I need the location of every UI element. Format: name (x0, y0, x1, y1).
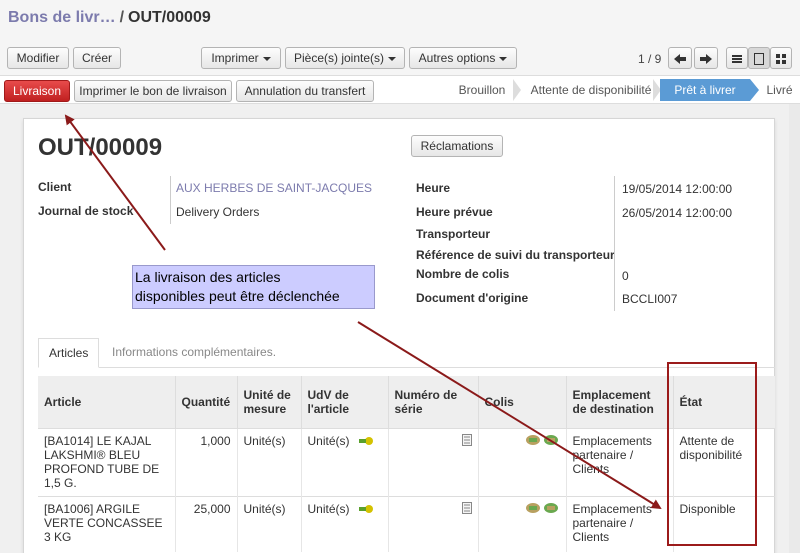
edit-button[interactable]: Modifier (7, 47, 69, 69)
journal-value: Delivery Orders (176, 205, 260, 219)
form-icon (754, 52, 764, 65)
stage-waiting[interactable]: Attente de disponibilité (525, 79, 657, 101)
carrier-label: Transporteur (416, 227, 491, 241)
pager-previous-button[interactable] (668, 47, 692, 69)
column-header-serial[interactable]: Numéro de série (387, 376, 478, 428)
cell-quantity: 25,000 (174, 495, 237, 552)
document-icon[interactable] (461, 433, 472, 446)
tab-additional-info[interactable]: Informations complémentaires. (102, 338, 286, 368)
status-bar: Brouillon Attente de disponibilité Prêt … (447, 79, 800, 101)
split-lot-icon[interactable] (358, 504, 373, 514)
annotation-callout: La livraison des articles disponibles pe… (132, 265, 375, 309)
package-count-value: 0 (622, 269, 629, 283)
time-label: Heure (416, 181, 451, 195)
stage-done[interactable]: Livré (759, 79, 800, 101)
chevron-down-icon (499, 56, 508, 61)
cell-package (477, 427, 566, 496)
arrow-right-icon (700, 53, 712, 64)
tracking-ref-label: Référence de suivi du transporteur (416, 248, 615, 262)
package-count-label: Nombre de colis (416, 267, 510, 281)
journal-label: Journal de stock (38, 204, 134, 218)
list-icon (732, 54, 742, 63)
calendar-view-button[interactable] (770, 47, 792, 69)
tab-articles[interactable]: Articles (38, 338, 100, 368)
cell-uom: Unité(s) (236, 495, 301, 552)
cell-uom: Unité(s) (236, 427, 301, 496)
column-header-uos[interactable]: UdV de l'article (300, 376, 388, 428)
client-value[interactable]: AUX HERBES DE SAINT-JACQUES (176, 181, 372, 195)
cell-destination: Emplacements partenaire / Clients (565, 427, 673, 496)
cancel-transfer-button[interactable]: Annulation du transfert (236, 80, 374, 102)
attachments-label: Pièce(s) jointe(s) (293, 51, 385, 65)
scheduled-time-value: 26/05/2014 12:00:00 (622, 206, 733, 220)
breadcrumb-separator: / (119, 9, 125, 26)
breadcrumb-current: OUT/00009 (128, 9, 211, 26)
breadcrumb-parent-link[interactable]: Bons de livr… (8, 9, 116, 26)
package-icon[interactable] (525, 502, 560, 514)
annotation-highlight-box (667, 362, 757, 546)
cell-uos-text: Unité(s) (307, 433, 350, 448)
field-divider (170, 176, 171, 224)
cell-quantity: 1,000 (174, 427, 237, 496)
notebook-tabs: Articles Informations complémentaires. (38, 338, 775, 368)
cell-serial (387, 427, 478, 496)
cell-package (477, 495, 566, 552)
annotation-line-1: La livraison des articles (135, 269, 281, 285)
table-row[interactable]: [BA1014] LE KAJAL LAKSHMI® BLEU PROFOND … (38, 427, 775, 496)
column-header-destination[interactable]: Emplacement de destination (565, 376, 673, 428)
time-value: 19/05/2014 12:00:00 (622, 182, 733, 196)
cell-article: [BA1006] ARGILE VERTE CONCASSEE 3 KG (38, 495, 175, 552)
claims-button[interactable]: Réclamations (411, 135, 503, 157)
pager-counter: 1 / 9 (638, 52, 662, 66)
pager-next-button[interactable] (694, 47, 718, 69)
cell-article: [BA1014] LE KAJAL LAKSHMI® BLEU PROFOND … (38, 427, 175, 496)
attachments-dropdown[interactable]: Pièce(s) jointe(s) (285, 47, 405, 69)
cell-destination: Emplacements partenaire / Clients (565, 495, 673, 552)
document-title: OUT/00009 (38, 134, 163, 161)
scheduled-time-label: Heure prévue (416, 205, 493, 219)
cell-serial (387, 495, 478, 552)
deliver-button[interactable]: Livraison (4, 80, 70, 102)
document-icon[interactable] (461, 501, 472, 514)
chevron-right-icon (750, 79, 759, 101)
print-delivery-button[interactable]: Imprimer le bon de livraison (74, 80, 232, 102)
client-label: Client (38, 180, 72, 194)
column-header-uom[interactable]: Unité de mesure (236, 376, 301, 428)
split-lot-icon[interactable] (358, 436, 373, 446)
chevron-down-icon (388, 56, 397, 61)
print-label: Imprimer (211, 51, 259, 65)
scrollbar[interactable] (789, 104, 800, 553)
cell-uos: Unité(s) (300, 427, 388, 496)
grid-icon (776, 53, 786, 64)
breadcrumb: Bons de livr… / OUT/00009 (8, 9, 211, 27)
arrow-left-icon (674, 53, 686, 64)
cell-uos: Unité(s) (300, 495, 388, 552)
column-header-article[interactable]: Article (38, 376, 175, 428)
chevron-right-icon (513, 79, 521, 101)
field-divider (614, 176, 615, 311)
stage-ready[interactable]: Prêt à livrer (660, 79, 750, 101)
table-row[interactable]: [BA1006] ARGILE VERTE CONCASSEE 3 KG 25,… (38, 495, 775, 552)
table-header-row: Article Quantité Unité de mesure UdV de … (38, 376, 775, 428)
create-button[interactable]: Créer (73, 47, 121, 69)
more-options-dropdown[interactable]: Autres options (409, 47, 517, 69)
more-options-label: Autres options (418, 51, 496, 65)
source-doc-label: Document d'origine (416, 291, 529, 305)
list-view-button[interactable] (726, 47, 748, 69)
annotation-line-2: disponibles peut être déclenchée (135, 288, 340, 304)
form-view-button[interactable] (748, 47, 770, 69)
chevron-down-icon (262, 56, 271, 61)
column-header-package[interactable]: Colis (477, 376, 566, 428)
column-header-quantity[interactable]: Quantité (174, 376, 237, 428)
print-dropdown[interactable]: Imprimer (201, 47, 281, 69)
cell-uos-text: Unité(s) (307, 501, 350, 516)
package-icon[interactable] (525, 434, 560, 446)
moves-table: Article Quantité Unité de mesure UdV de … (38, 376, 775, 552)
stage-draft[interactable]: Brouillon (447, 79, 517, 101)
top-bar: Bons de livr… / OUT/00009 (0, 0, 800, 40)
source-doc-value: BCCLI007 (622, 292, 678, 306)
